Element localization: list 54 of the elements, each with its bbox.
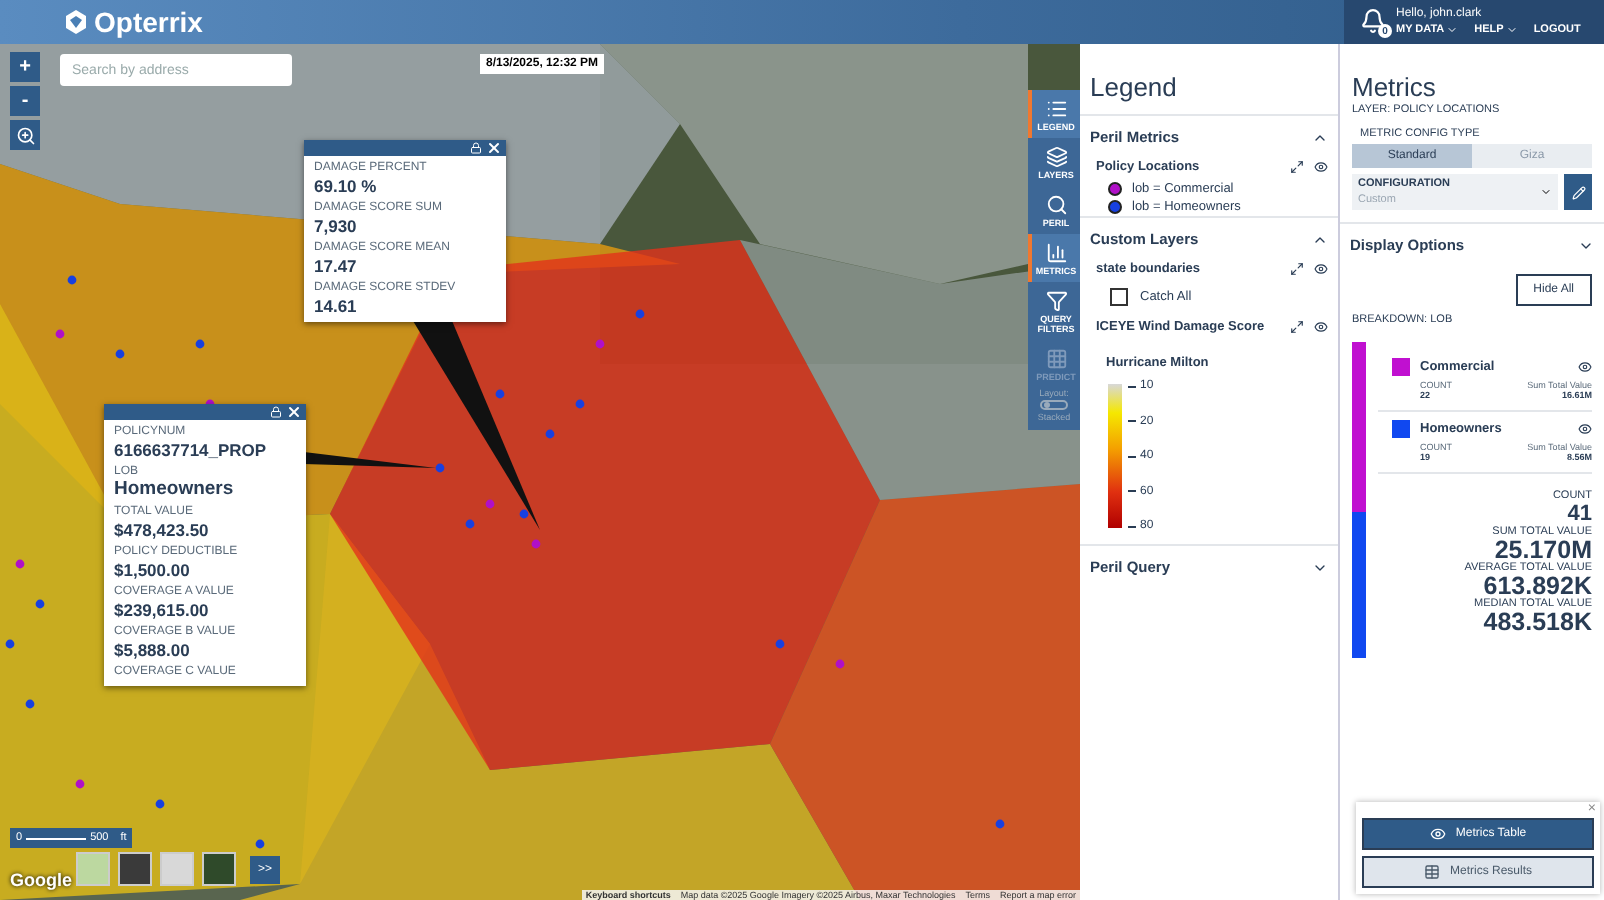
grid-icon <box>1045 348 1067 370</box>
map-type-thumbnail[interactable] <box>76 852 110 886</box>
logo-text: Opterrix <box>94 6 203 38</box>
pencil-icon <box>1571 185 1585 199</box>
edit-button[interactable] <box>1564 174 1592 210</box>
close-icon[interactable] <box>486 140 502 156</box>
close-icon[interactable] <box>286 404 302 420</box>
panel-title: Legend <box>1088 70 1179 106</box>
caret-icon <box>1446 24 1459 36</box>
visibility-icon[interactable] <box>1578 422 1592 436</box>
notification-icon[interactable] <box>1360 8 1386 34</box>
logo-icon <box>64 10 88 34</box>
color-scale-bar <box>1108 384 1122 528</box>
field-value: $239,615.00 <box>114 600 211 620</box>
field-value: 17.47 <box>314 256 359 276</box>
field-value: 7,930 <box>314 216 359 236</box>
total-value: 41 <box>1567 502 1592 526</box>
map-type-thumbnail[interactable] <box>202 852 236 886</box>
zoom-extent-icon[interactable] <box>1290 262 1304 276</box>
checkbox[interactable] <box>1110 288 1128 306</box>
total-value: 613.892K <box>1483 574 1592 598</box>
layers-icon <box>1045 146 1067 168</box>
lock-icon[interactable] <box>270 406 282 418</box>
search-icon <box>1045 194 1067 216</box>
visibility-icon[interactable] <box>1578 360 1592 374</box>
zoom-button[interactable]: - <box>10 86 40 116</box>
map-type-thumbnail[interactable] <box>160 852 194 886</box>
map-type-thumbnail[interactable] <box>118 852 152 886</box>
total-value: 483.518K <box>1483 610 1592 634</box>
filter-icon <box>1045 290 1067 312</box>
eye-icon <box>1429 826 1446 842</box>
google-label: Google <box>10 870 72 890</box>
caret-icon <box>1540 186 1552 198</box>
field-value: 14.61 <box>314 296 359 316</box>
field-value: Homeowners <box>114 480 236 500</box>
field-value: $1,500.00 <box>114 560 192 580</box>
field-value: 69.10 % <box>314 176 379 196</box>
field-value: 6166637714_PROP <box>114 440 269 460</box>
bar-chart-icon <box>1045 242 1067 264</box>
table-icon <box>1423 864 1440 880</box>
zoom-extent-icon[interactable] <box>1290 320 1304 334</box>
zoom-button[interactable]: + <box>10 52 40 82</box>
visibility-icon[interactable] <box>1314 320 1328 334</box>
visibility-icon[interactable] <box>1314 160 1328 174</box>
field-value: $478,423.50 <box>114 520 211 540</box>
panel-title: Metrics <box>1350 70 1438 102</box>
total-value: 25.170M <box>1494 538 1592 562</box>
field-value: $5,888.00 <box>114 640 192 660</box>
lock-icon[interactable] <box>470 142 482 154</box>
zoom-extent-icon[interactable] <box>1290 160 1304 174</box>
caret-icon <box>1505 24 1518 36</box>
visibility-icon[interactable] <box>1314 262 1328 276</box>
layout-toggle[interactable] <box>1040 400 1068 410</box>
zoom-area-button[interactable] <box>10 120 40 150</box>
